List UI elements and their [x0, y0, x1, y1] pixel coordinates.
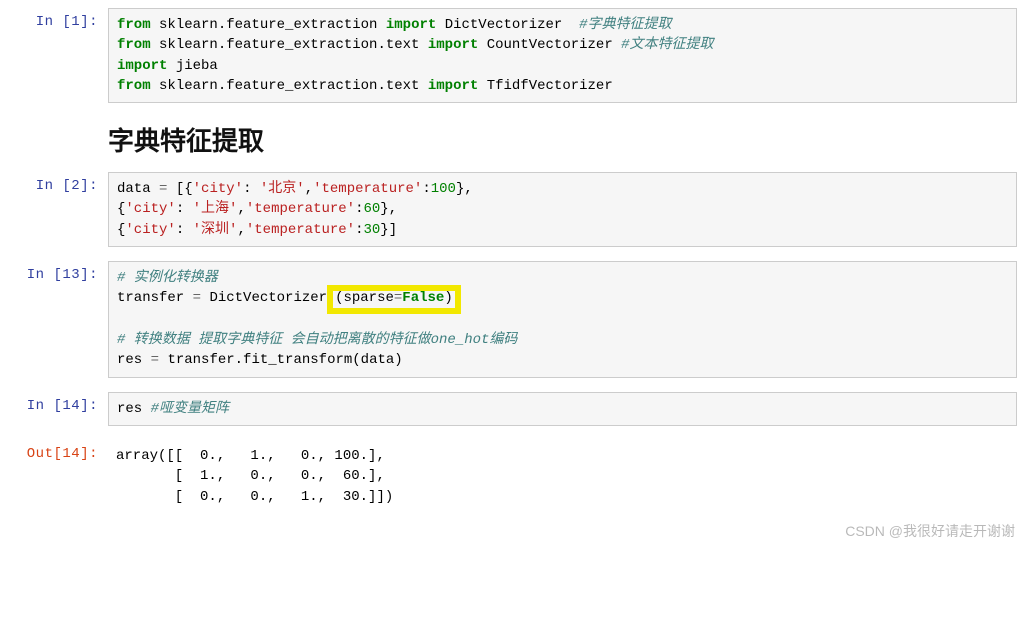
code-cell-14: In [14]: res #哑变量矩阵 — [8, 392, 1017, 426]
markdown-cell: 字典特征提取 — [8, 121, 1017, 158]
code-cell-1: In [1]: from sklearn.feature_extraction … — [8, 8, 1017, 103]
code-block[interactable]: res #哑变量矩阵 — [108, 392, 1017, 426]
highlight-box: (sparse=False) — [327, 285, 461, 313]
output-text: array([[ 0., 1., 0., 100.], [ 1., 0., 0.… — [108, 440, 1017, 513]
code-block[interactable]: from sklearn.feature_extraction import D… — [108, 8, 1017, 103]
output-prompt: Out[14]: — [8, 440, 108, 513]
input-prompt: In [2]: — [8, 172, 108, 247]
input-prompt: In [1]: — [8, 8, 108, 103]
section-heading: 字典特征提取 — [108, 121, 1017, 158]
code-block[interactable]: data = [{'city': '北京','temperature':100}… — [108, 172, 1017, 247]
input-prompt: In [14]: — [8, 392, 108, 426]
watermark: CSDN @我很好请走开谢谢 — [845, 521, 1015, 541]
code-cell-2: In [2]: data = [{'city': '北京','temperatu… — [8, 172, 1017, 247]
input-prompt: In [13]: — [8, 261, 108, 378]
code-block[interactable]: # 实例化转换器 transfer = DictVectorizer(spars… — [108, 261, 1017, 378]
keyword-from: from — [117, 17, 151, 33]
output-cell-14: Out[14]: array([[ 0., 1., 0., 100.], [ 1… — [8, 440, 1017, 513]
empty-prompt — [8, 121, 108, 158]
code-cell-13: In [13]: # 实例化转换器 transfer = DictVectori… — [8, 261, 1017, 378]
